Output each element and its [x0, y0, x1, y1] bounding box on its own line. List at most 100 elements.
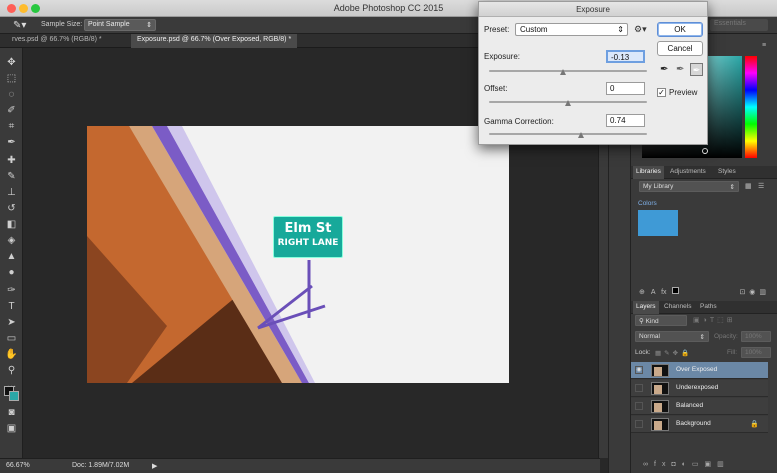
zoom-level[interactable]: 66.67% — [6, 462, 30, 469]
dodge-tool-icon[interactable]: ● — [5, 266, 18, 279]
layer-thumbnail — [651, 382, 669, 395]
fx-icon[interactable]: fx — [661, 289, 666, 296]
adjustment-layer-icon[interactable]: ◐ — [682, 461, 692, 468]
tab-paths[interactable]: Paths — [697, 301, 720, 314]
healing-brush-tool-icon[interactable]: ✚ — [5, 154, 18, 167]
preview-checkbox[interactable]: ✓ — [657, 88, 666, 97]
layer-style-icon[interactable]: fx — [654, 461, 671, 468]
preset-select[interactable]: Custom ⇕ — [515, 23, 628, 36]
eyedropper-tool-icon[interactable]: ✒ — [5, 136, 18, 149]
white-point-eyedropper-icon[interactable]: ✒ — [690, 63, 703, 76]
sync-icon[interactable]: ◉ — [749, 289, 755, 296]
gamma-slider[interactable] — [489, 132, 647, 138]
layer-balanced[interactable]: Balanced — [631, 398, 768, 415]
stock-icon[interactable]: ⊡ — [739, 289, 745, 296]
paint-bucket-tool-icon[interactable]: ◈ — [5, 234, 18, 247]
lock-label: Lock: — [635, 349, 651, 356]
move-tool-icon[interactable]: ✥ — [5, 56, 18, 69]
tab-libraries[interactable]: Libraries — [633, 166, 664, 179]
eye-icon[interactable]: ◉ — [635, 366, 643, 374]
ok-button[interactable]: OK — [657, 22, 703, 37]
eraser-tool-icon[interactable]: ◧ — [5, 218, 18, 231]
offset-slider[interactable] — [489, 100, 647, 106]
sample-size-select[interactable]: Point Sample ⇕ — [84, 19, 156, 31]
new-layer-icon[interactable]: ▣ — [705, 461, 718, 468]
sample-size-label: Sample Size: — [41, 21, 83, 28]
new-group-icon[interactable]: ▭ — [692, 461, 705, 468]
blur-tool-icon[interactable]: ▲ — [5, 250, 18, 263]
lock-icons[interactable]: ▦✎✥🔒 — [655, 349, 692, 357]
layer-background[interactable]: Background 🔒 — [631, 416, 768, 433]
offset-input[interactable]: 0 — [606, 82, 645, 95]
list-view-icon[interactable]: ☰ — [758, 182, 764, 190]
document-image[interactable]: Elm St RIGHT LANE — [87, 126, 509, 383]
marquee-tool-icon[interactable]: ⬚ — [5, 72, 18, 85]
library-footer-icons: ⊕ A fx ⊡ ◉ ▥ — [639, 287, 769, 297]
cancel-button[interactable]: Cancel — [657, 41, 703, 56]
tab-channels[interactable]: Channels — [661, 301, 694, 314]
visibility-toggle[interactable] — [635, 402, 643, 410]
fill-field[interactable]: 100% — [741, 347, 771, 358]
hand-tool-icon[interactable]: ✋ — [5, 348, 18, 361]
tab-curves[interactable]: rves.psd @ 66.7% (RGB/8) * — [6, 34, 108, 48]
visibility-toggle[interactable] — [635, 384, 643, 392]
tab-styles[interactable]: Styles — [715, 166, 739, 179]
quick-mask-icon[interactable]: ◙ — [5, 406, 18, 419]
status-menu-arrow-icon[interactable]: ▶ — [152, 462, 157, 470]
text-style-icon[interactable]: A — [651, 289, 655, 296]
gamma-input[interactable]: 0.74 — [606, 114, 645, 127]
black-point-eyedropper-icon[interactable]: ✒ — [660, 64, 668, 75]
exposure-label: Exposure: — [484, 52, 521, 61]
path-select-tool-icon[interactable]: ➤ — [5, 316, 18, 329]
tab-layers[interactable]: Layers — [633, 301, 659, 314]
blend-mode-select[interactable]: Normal ⇕ — [635, 331, 709, 342]
screen-mode-icon[interactable]: ▣ — [5, 422, 18, 435]
add-graphic-icon[interactable]: ⊕ — [639, 289, 645, 296]
exposure-input[interactable]: -0.13 — [606, 50, 645, 63]
library-select[interactable]: My Library ⇕ — [639, 181, 739, 192]
exposure-dialog: Exposure Preset: Custom ⇕ ⚙▾ Exposure: -0… — [478, 1, 708, 145]
layer-thumbnail — [651, 418, 669, 431]
visibility-toggle[interactable] — [635, 420, 643, 428]
foreground-swatch-icon[interactable] — [672, 287, 680, 294]
background-color-swatch[interactable] — [9, 391, 19, 401]
type-tool-icon[interactable]: T — [5, 300, 18, 313]
grid-view-icon[interactable]: ▦ — [745, 182, 752, 190]
tab-exposure[interactable]: Exposure.psd @ 66.7% (Over Exposed, RGB/… — [131, 34, 298, 48]
clone-stamp-tool-icon[interactable]: ⊥ — [5, 186, 18, 199]
dialog-title: Exposure — [479, 2, 707, 17]
exposure-slider[interactable] — [489, 69, 647, 75]
status-bar: 66.67% Doc: 1.89M/7.02M ▶ — [0, 458, 600, 473]
trash-icon[interactable]: ▥ — [759, 289, 766, 296]
lasso-tool-icon[interactable]: ◌ — [5, 88, 18, 101]
workspace-select[interactable]: Essentials — [710, 19, 768, 31]
brush-tool-icon[interactable]: ✎ — [5, 170, 18, 183]
history-brush-tool-icon[interactable]: ↺ — [5, 202, 18, 215]
link-layers-icon[interactable]: ∞ — [643, 461, 654, 468]
rectangle-tool-icon[interactable]: ▭ — [5, 332, 18, 345]
offset-slider-thumb[interactable] — [565, 100, 571, 106]
panel-menu-icon[interactable]: ≡ — [762, 42, 766, 49]
sign-line-1: Elm St — [284, 221, 332, 236]
preset-options-gear-icon[interactable]: ⚙▾ — [634, 24, 647, 35]
exposure-slider-thumb[interactable] — [560, 69, 567, 75]
crop-tool-icon[interactable]: ⌗ — [5, 120, 18, 133]
library-color-swatch[interactable] — [638, 210, 678, 236]
layer-over-exposed[interactable]: ◉ Over Exposed — [631, 362, 768, 379]
hue-slider[interactable] — [745, 56, 757, 158]
gray-point-eyedropper-icon[interactable]: ✒ — [676, 64, 684, 75]
opacity-field[interactable]: 100% — [741, 331, 771, 342]
layer-filter-icons[interactable]: ▣◑T⬚⊞ — [693, 316, 773, 324]
pen-tool-icon[interactable]: ✑ — [5, 284, 18, 297]
eyedropper-tool-preset-icon[interactable]: ✎▾ — [13, 20, 26, 31]
quick-select-tool-icon[interactable]: ✐ — [5, 104, 18, 117]
layer-kind-filter[interactable]: ⚲ Kind — [635, 315, 687, 326]
gamma-slider-thumb[interactable] — [577, 132, 584, 138]
color-picker-cursor[interactable] — [702, 148, 708, 154]
layers-list: ◉ Over Exposed Underexposed Balanced Bac… — [631, 362, 777, 437]
add-mask-icon[interactable]: ◘ — [671, 461, 681, 468]
delete-layer-icon[interactable]: ▥ — [717, 461, 730, 468]
tab-adjustments[interactable]: Adjustments — [667, 166, 709, 179]
layer-underexposed[interactable]: Underexposed — [631, 380, 768, 397]
zoom-tool-icon[interactable]: ⚲ — [5, 364, 18, 377]
